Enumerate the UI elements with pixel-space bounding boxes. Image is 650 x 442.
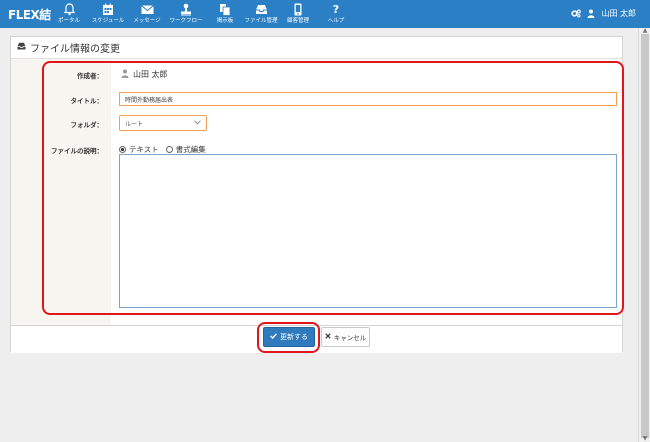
top-nav-bar: FLEX結 ポータル スケジュール メッセージ ワークフロー 掲示板 ファイル管… — [0, 0, 650, 28]
nav-label: メッセージ — [133, 18, 161, 24]
user-menu[interactable]: 山田 太郎 — [571, 8, 636, 19]
nav-item-customer[interactable]: 顧客管理 — [277, 3, 319, 25]
phone-icon — [277, 3, 319, 17]
user-icon — [587, 9, 595, 18]
stamp-icon — [165, 3, 207, 17]
radio-text-mode[interactable] — [119, 146, 126, 153]
user-icon — [121, 69, 129, 80]
user-name: 山田 太郎 — [601, 9, 636, 18]
folder-selected-value: ルート — [125, 120, 144, 128]
nav-label: ポータル — [57, 18, 80, 24]
scroll-thumb[interactable] — [641, 34, 649, 438]
nav-label: ヘルプ — [327, 18, 345, 24]
chevron-down-icon — [194, 119, 201, 127]
description-label: ファイルの説明： — [51, 147, 103, 155]
radio-rich-mode[interactable] — [165, 146, 173, 153]
form-label-column: 作成者： タイトル： フォルダ： ファイルの説明： — [11, 59, 111, 325]
folder-label: フォルダ： — [70, 121, 104, 129]
nav-item-schedule[interactable]: スケジュール — [87, 3, 129, 25]
nav-label: ワークフロー — [169, 18, 203, 24]
check-icon — [270, 333, 277, 341]
bell-icon — [48, 3, 90, 17]
nav-item-help[interactable]: ? ヘルプ — [315, 3, 357, 25]
panel-header: ファイル情報の変更 — [11, 37, 622, 59]
update-button-label: 更新する — [280, 333, 308, 341]
creator-name: 山田 太郎 — [133, 70, 168, 79]
creator-value: 山田 太郎 — [121, 69, 168, 80]
file-info-edit-panel: ファイル情報の変更 作成者： タイトル： フォルダ： ファイルの説明： 山田 太… — [10, 36, 623, 353]
page-title: ファイル情報の変更 — [30, 44, 120, 55]
title-input[interactable]: 時間外勤務届出表 — [119, 92, 617, 106]
nav-item-message[interactable]: メッセージ — [126, 3, 168, 25]
cancel-button-label: キャンセル — [333, 334, 367, 342]
inbox-icon — [17, 42, 26, 53]
folder-select[interactable]: ルート — [119, 115, 207, 131]
envelope-icon — [126, 3, 168, 17]
nav-item-file-management[interactable]: ファイル管理 — [240, 3, 282, 25]
nav-item-workflow[interactable]: ワークフロー — [165, 3, 207, 25]
close-icon — [325, 333, 331, 341]
app-logo[interactable]: FLEX結 — [8, 6, 51, 23]
title-label: タイトル： — [70, 97, 104, 105]
nav-label: 顧客管理 — [286, 18, 309, 24]
nav-label: ファイル管理 — [244, 18, 278, 24]
nav-label: スケジュール — [91, 18, 125, 24]
scroll-down-icon[interactable]: ▼ — [641, 436, 649, 442]
update-button[interactable]: 更新する — [263, 327, 315, 347]
cancel-button[interactable]: キャンセル — [321, 327, 370, 347]
question-icon: ? — [332, 3, 340, 16]
vertical-scrollbar[interactable]: ▲ ▼ — [638, 28, 650, 442]
creator-label: 作成者： — [77, 72, 103, 80]
description-textarea[interactable] — [119, 154, 617, 308]
settings-icon[interactable] — [571, 9, 582, 18]
nav-item-portal[interactable]: ポータル — [48, 3, 90, 25]
panel-footer — [11, 325, 622, 353]
calendar-icon — [87, 3, 129, 17]
inbox-icon — [240, 3, 282, 17]
